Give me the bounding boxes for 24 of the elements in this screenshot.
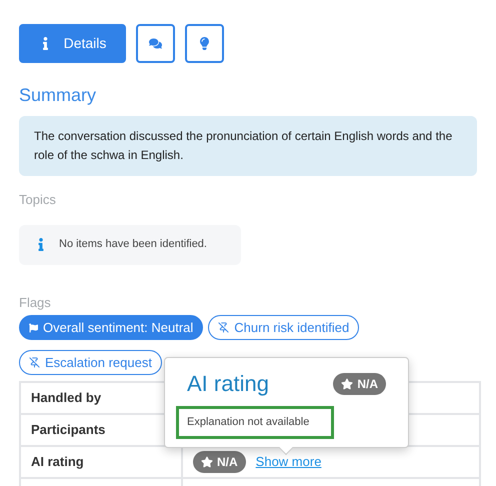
summary-heading: Summary: [19, 84, 98, 107]
empty-message: No items have been identified.: [59, 237, 207, 252]
info-icon: [37, 238, 45, 251]
flag-chip[interactable]: Overall sentiment: Neutral: [19, 315, 204, 340]
flags-heading: Flags: [19, 294, 52, 312]
chat-bubbles-icon: [149, 37, 162, 50]
rating-text: N/A: [357, 376, 378, 392]
flag-chip[interactable]: Churn risk identified: [208, 315, 360, 340]
show-more-link[interactable]: Show more: [256, 452, 322, 472]
topics-heading: Topics: [19, 191, 57, 209]
explanation-text: Explanation not available: [176, 406, 334, 438]
flag-icon: [29, 322, 38, 332]
lightbulb-icon: [198, 37, 211, 50]
popover-title: AI rating: [187, 370, 269, 398]
details-tab[interactable]: Details: [19, 24, 126, 63]
icon-tab[interactable]: [136, 24, 175, 63]
star-icon: [341, 378, 354, 390]
star-icon: [201, 456, 213, 468]
icon-tab[interactable]: [185, 24, 224, 63]
summary-text: The conversation discussed the pronunciation of certain English words and the role of the schwa in English.: [19, 116, 477, 176]
pin-off-icon: [29, 357, 40, 368]
pin-off-icon: [218, 322, 230, 333]
rating-text: N/A: [217, 454, 238, 471]
flag-chip[interactable]: Escalation request: [19, 350, 162, 375]
